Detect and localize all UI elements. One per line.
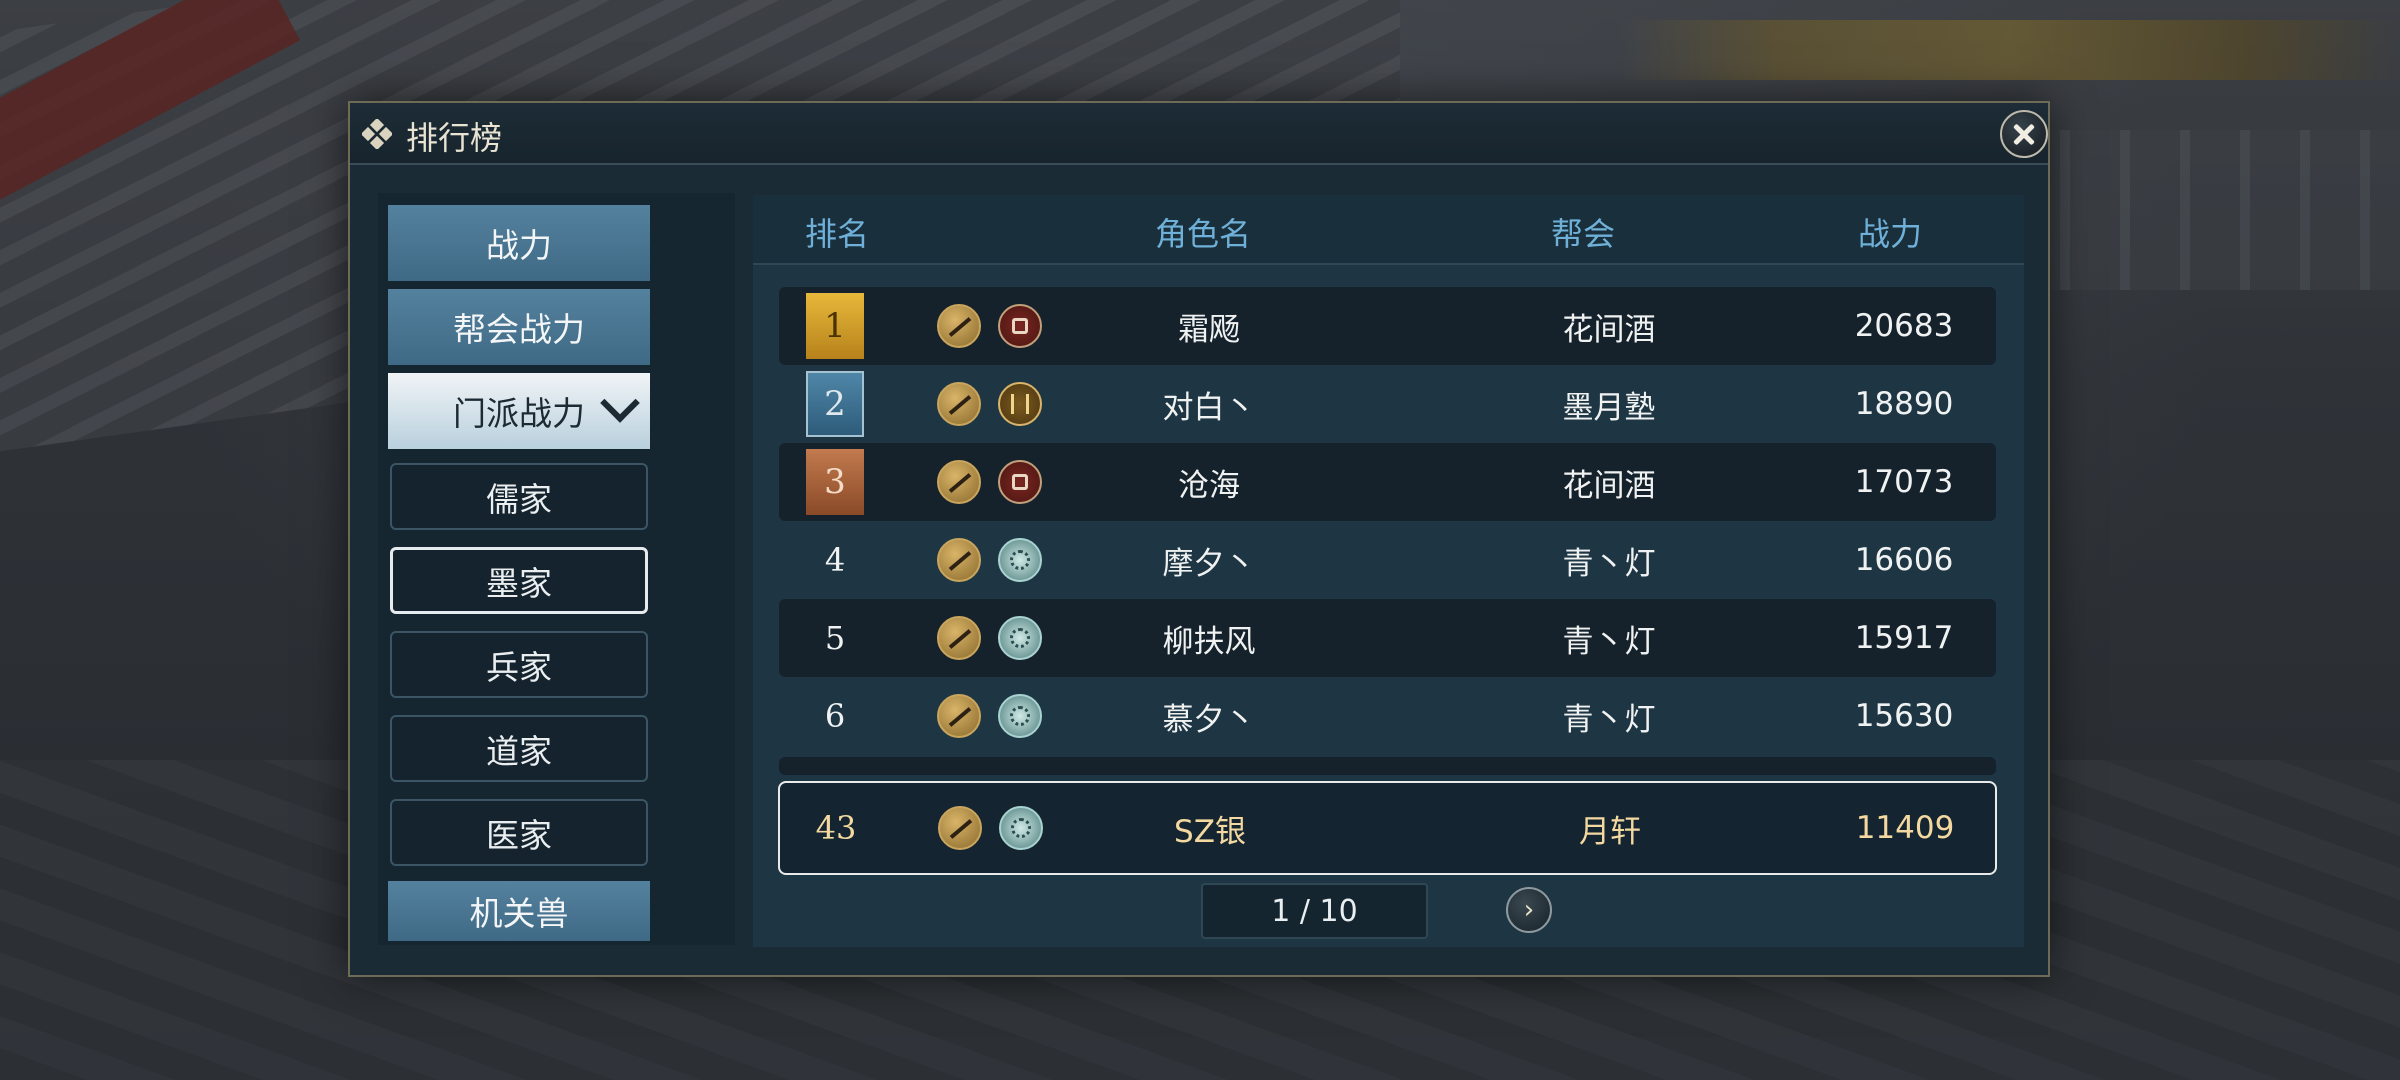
gold-seal-icon xyxy=(998,382,1042,426)
sidebar-item-power[interactable]: 战力 xyxy=(388,205,650,281)
chevron-down-icon xyxy=(600,383,640,423)
red-seal-icon xyxy=(998,460,1042,504)
table-row[interactable]: 3 沧海 花间酒 17073 xyxy=(779,443,1996,521)
sidebar-item-label: 门派战力 xyxy=(453,394,585,433)
player-name: SZ银 xyxy=(1174,813,1246,850)
table-row[interactable]: 2 对白丶 墨月塾 18890 xyxy=(779,365,1996,443)
rank-number: 5 xyxy=(824,619,846,657)
player-name: 慕夕丶 xyxy=(1162,701,1256,738)
my-rank-row[interactable]: 43 SZ银 月轩 11409 xyxy=(778,781,1997,875)
table-row-partial xyxy=(779,757,1996,775)
table-row[interactable]: 1 霜飏 花间酒 20683 xyxy=(779,287,1996,365)
power-value: 20683 xyxy=(1854,308,1954,344)
category-sidebar: 战力 帮会战力 门派战力 儒家 墨家 兵家 道家 医家 机关兽 xyxy=(378,193,735,945)
player-name: 对白丶 xyxy=(1162,389,1256,426)
scene-railing xyxy=(2000,130,2400,290)
table-row[interactable]: 4 摩夕丶 青丶灯 16606 xyxy=(779,521,1996,599)
close-button[interactable] xyxy=(2000,110,2048,158)
page-indicator: 1 / 10 xyxy=(1201,883,1428,939)
power-value: 17073 xyxy=(1854,464,1954,500)
rank-cell: 1 xyxy=(805,287,865,365)
sidebar-item-bingjia[interactable]: 兵家 xyxy=(390,631,648,698)
bronze-rank-badge-icon: 3 xyxy=(806,449,864,515)
power-value: 15630 xyxy=(1854,698,1954,734)
rank-cell: 3 xyxy=(805,443,865,521)
sidebar-item-sect-power[interactable]: 门派战力 xyxy=(388,373,650,449)
dialog-titlebar: 排行榜 xyxy=(350,103,2048,165)
sidebar-item-label: 兵家 xyxy=(486,647,552,687)
ranking-panel: 排名 角色名 帮会 战力 1 霜飏 花间酒 20683 2 对白丶 墨月塾 18… xyxy=(753,195,2024,947)
sidebar-item-label: 战力 xyxy=(486,226,552,265)
rank-number: 43 xyxy=(815,809,857,847)
diamond-knot-icon xyxy=(362,119,392,149)
header-guild: 帮会 xyxy=(1550,215,1615,253)
teal-seal-icon xyxy=(999,806,1043,850)
sidebar-item-mechanical-beast[interactable]: 机关兽 xyxy=(388,881,650,941)
player-name: 柳扶风 xyxy=(1162,623,1256,660)
guild-name: 花间酒 xyxy=(1562,311,1656,348)
sidebar-item-daojia[interactable]: 道家 xyxy=(390,715,648,782)
crossbow-sect-icon xyxy=(937,616,981,660)
rank-number: 6 xyxy=(824,697,846,735)
header-rank: 排名 xyxy=(804,215,869,253)
header-name: 角色名 xyxy=(1154,215,1251,253)
crossbow-sect-icon xyxy=(937,304,981,348)
teal-seal-icon xyxy=(998,694,1042,738)
guild-name: 花间酒 xyxy=(1562,467,1656,504)
rank-number: 1 xyxy=(824,306,846,346)
ranking-dialog: 排行榜 战力 帮会战力 门派战力 儒家 墨家 兵家 道家 医家 机关兽 排名 角… xyxy=(348,101,2050,977)
guild-name: 青丶灯 xyxy=(1562,545,1656,582)
crossbow-sect-icon xyxy=(937,694,981,738)
sidebar-item-rujia[interactable]: 儒家 xyxy=(390,463,648,530)
player-name: 霜飏 xyxy=(1178,311,1240,348)
crossbow-sect-icon xyxy=(937,538,981,582)
guild-name: 墨月塾 xyxy=(1562,389,1656,426)
crossbow-sect-icon xyxy=(937,460,981,504)
crossbow-sect-icon xyxy=(937,382,981,426)
player-name: 摩夕丶 xyxy=(1162,545,1256,582)
teal-seal-icon xyxy=(998,616,1042,660)
power-value: 18890 xyxy=(1854,386,1954,422)
power-value: 11409 xyxy=(1855,810,1955,846)
sidebar-item-label: 医家 xyxy=(486,815,552,855)
power-value: 15917 xyxy=(1854,620,1954,656)
rank-number: 4 xyxy=(824,541,846,579)
crossbow-sect-icon xyxy=(938,806,982,850)
guild-name: 月轩 xyxy=(1579,813,1641,850)
power-value: 16606 xyxy=(1854,542,1954,578)
guild-name: 青丶灯 xyxy=(1562,701,1656,738)
sidebar-item-yijia[interactable]: 医家 xyxy=(390,799,648,866)
sidebar-item-guild-power[interactable]: 帮会战力 xyxy=(388,289,650,365)
rank-number: 2 xyxy=(824,384,846,424)
sidebar-item-label: 道家 xyxy=(486,731,552,771)
table-row[interactable]: 6 慕夕丶 青丶灯 15630 xyxy=(779,677,1996,755)
rank-number: 3 xyxy=(824,462,846,502)
teal-seal-icon xyxy=(998,538,1042,582)
header-power: 战力 xyxy=(1857,215,1922,253)
sidebar-item-label: 儒家 xyxy=(486,479,552,519)
next-page-button[interactable]: › xyxy=(1506,887,1552,933)
gold-rank-badge-icon: 1 xyxy=(806,293,864,359)
sidebar-item-label: 机关兽 xyxy=(469,894,569,933)
table-header: 排名 角色名 帮会 战力 xyxy=(753,195,2024,265)
dialog-title: 排行榜 xyxy=(406,119,503,157)
table-row[interactable]: 5 柳扶风 青丶灯 15917 xyxy=(779,599,1996,677)
sidebar-item-label: 帮会战力 xyxy=(453,310,585,349)
red-seal-icon xyxy=(998,304,1042,348)
sidebar-item-mojia[interactable]: 墨家 xyxy=(390,547,648,614)
scene-gold-trim xyxy=(1620,20,2400,80)
sidebar-item-label: 墨家 xyxy=(486,563,552,603)
player-name: 沧海 xyxy=(1178,467,1240,504)
silver-rank-badge-icon: 2 xyxy=(806,371,864,437)
guild-name: 青丶灯 xyxy=(1562,623,1656,660)
rank-cell: 2 xyxy=(805,365,865,443)
